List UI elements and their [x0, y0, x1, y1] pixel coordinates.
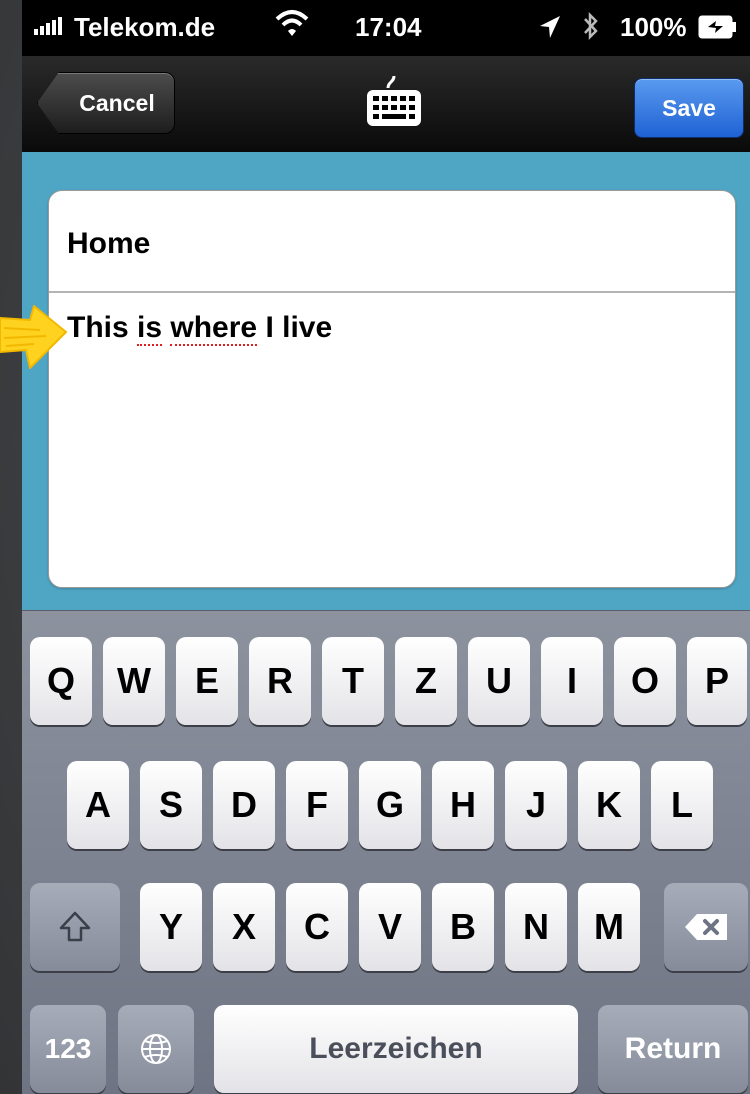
clock: 17:04: [355, 12, 422, 42]
misspelled-word: where: [170, 311, 258, 346]
numbers-key[interactable]: 123: [30, 1005, 106, 1093]
key-h[interactable]: H: [432, 761, 494, 849]
key-s[interactable]: S: [140, 761, 202, 849]
key-a[interactable]: A: [67, 761, 129, 849]
key-t[interactable]: T: [322, 637, 384, 725]
key-x[interactable]: X: [213, 883, 275, 971]
globe-icon: [141, 1034, 171, 1064]
key-w[interactable]: W: [103, 637, 165, 725]
key-u[interactable]: U: [468, 637, 530, 725]
key-m[interactable]: M: [578, 883, 640, 971]
backspace-icon: [685, 914, 727, 940]
key-q[interactable]: Q: [30, 637, 92, 725]
key-c[interactable]: C: [286, 883, 348, 971]
location-arrow-icon: [538, 14, 562, 47]
note-text-segment: I live: [257, 311, 333, 344]
key-e[interactable]: E: [176, 637, 238, 725]
note-text-segment: This: [67, 311, 138, 344]
misspelled-word: is: [137, 311, 163, 346]
key-j[interactable]: J: [505, 761, 567, 849]
note-card: Home This is where I live: [48, 190, 736, 588]
key-f[interactable]: F: [286, 761, 348, 849]
status-bar: Telekom.de 17:04 100%: [22, 0, 750, 56]
note-title-field[interactable]: Home: [67, 227, 150, 261]
signal-strength-icon: [34, 17, 62, 35]
key-k[interactable]: K: [578, 761, 640, 849]
key-r[interactable]: R: [249, 637, 311, 725]
battery-charging-icon: [698, 15, 738, 46]
key-p[interactable]: P: [687, 637, 747, 725]
space-bar[interactable]: Leerzeichen: [214, 1005, 578, 1093]
delete-key[interactable]: [664, 883, 748, 971]
annotation-arrow: [0, 298, 70, 393]
cancel-button[interactable]: Cancel: [37, 72, 175, 134]
key-z[interactable]: Z: [395, 637, 457, 725]
key-y[interactable]: Y: [140, 883, 202, 971]
key-o[interactable]: O: [614, 637, 676, 725]
save-button[interactable]: Save: [634, 78, 744, 138]
wifi-icon: [275, 8, 309, 45]
key-l[interactable]: L: [651, 761, 713, 849]
onscreen-keyboard: Q W E R T Z U I O P A S D F G H J K L Y …: [22, 610, 750, 1094]
globe-key[interactable]: [118, 1005, 194, 1093]
field-divider: [49, 291, 735, 293]
shift-key[interactable]: [30, 883, 120, 971]
shift-arrow-icon: [59, 911, 91, 942]
navigation-bar: Cancel Save: [22, 56, 750, 153]
key-v[interactable]: V: [359, 883, 421, 971]
phone-screen: Telekom.de 17:04 100% Cancel Save Home T…: [22, 0, 750, 1094]
return-key[interactable]: Return: [598, 1005, 748, 1093]
key-g[interactable]: G: [359, 761, 421, 849]
note-body-textarea[interactable]: This is where I live: [67, 311, 333, 346]
key-i[interactable]: I: [541, 637, 603, 725]
bluetooth-icon: [582, 10, 600, 49]
key-n[interactable]: N: [505, 883, 567, 971]
keyboard-icon[interactable]: [364, 74, 424, 135]
carrier-name: Telekom.de: [74, 12, 216, 42]
key-d[interactable]: D: [213, 761, 275, 849]
battery-percentage: 100%: [620, 12, 687, 42]
note-editor-area: Home This is where I live: [22, 152, 750, 610]
key-b[interactable]: B: [432, 883, 494, 971]
